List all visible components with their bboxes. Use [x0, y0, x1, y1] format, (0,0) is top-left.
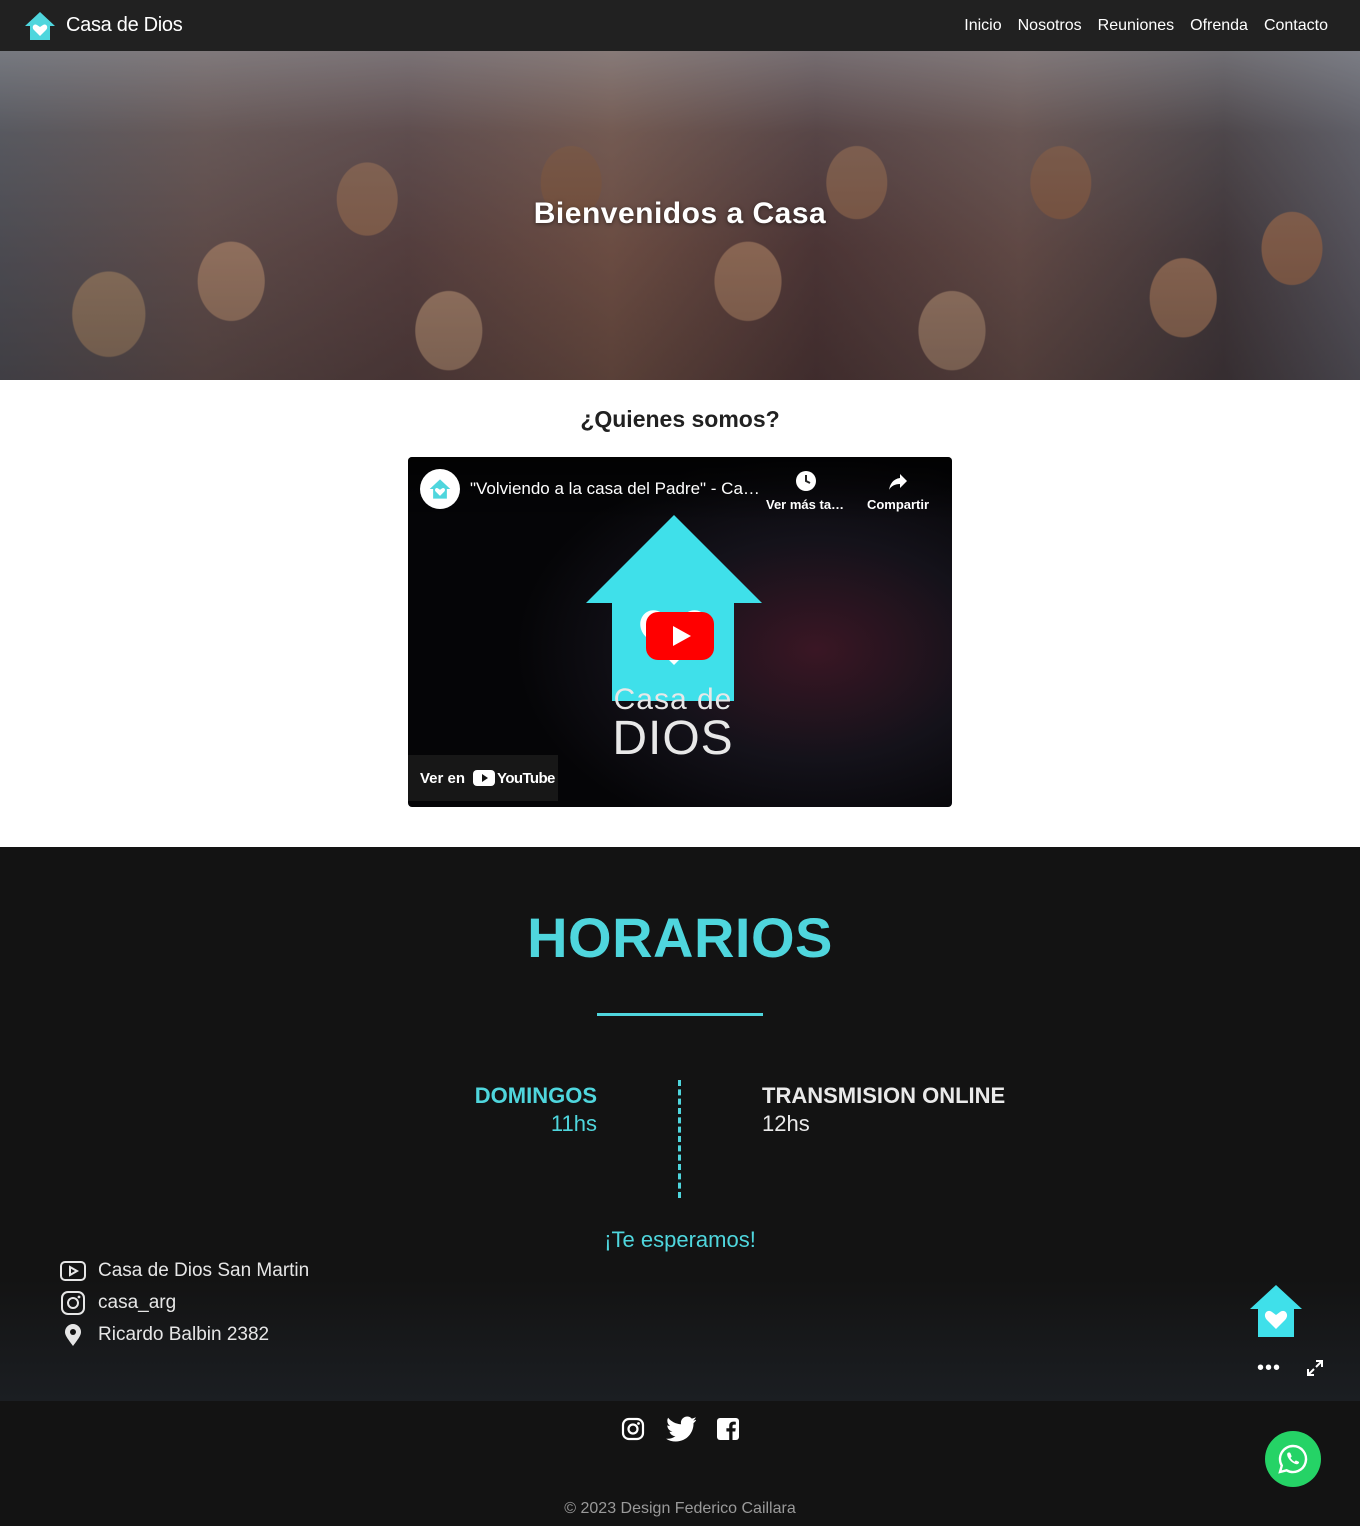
instagram-icon[interactable] [620, 1416, 646, 1442]
contact-address[interactable]: Ricardo Balbin 2382 [60, 1319, 309, 1351]
horarios-section: HORARIOS DOMINGOS 11hs TRANSMISION ONLIN… [0, 847, 1360, 1401]
horarios-title: HORARIOS [527, 906, 833, 969]
hero-title: Bienvenidos a Casa [533, 197, 827, 230]
instagram-icon [61, 1291, 85, 1315]
house-heart-icon [25, 11, 55, 40]
play-icon[interactable] [646, 612, 714, 660]
schedule-online: TRANSMISION ONLINE 12hs [762, 1083, 1005, 1137]
schedule-day: TRANSMISION ONLINE [762, 1083, 1006, 1108]
youtube-icon [60, 1261, 86, 1281]
watch-later-button[interactable]: Ver más tarde [766, 469, 846, 512]
brand-name: Casa de Dios [66, 14, 183, 36]
nav-link-reuniones[interactable]: Reuniones [1098, 17, 1175, 35]
nav-link-nosotros[interactable]: Nosotros [1018, 17, 1082, 35]
schedule-sunday: DOMINGOS 11hs [475, 1083, 597, 1137]
share-icon [889, 474, 907, 490]
youtube-video-embed[interactable]: "Volviendo a la casa del Padre" - Casa d… [408, 457, 952, 807]
watch-on-label: Ver en [420, 769, 466, 787]
schedule-time: 11hs [550, 1111, 597, 1136]
contact-youtube-label: Casa de Dios San Martin [98, 1260, 310, 1281]
location-pin-icon [65, 1324, 81, 1346]
youtube-icon [473, 770, 496, 786]
about-title: ¿Quienes somos? [580, 406, 780, 432]
clock-icon [796, 471, 816, 491]
contact-instagram-label: casa_arg [98, 1292, 177, 1313]
more-icon[interactable]: ••• [1257, 1357, 1281, 1380]
watch-later-label: Ver más tarde [766, 497, 846, 512]
social-links [620, 1416, 740, 1442]
about-section: ¿Quienes somos? "Volviendo a la casa del… [0, 380, 1360, 847]
nav-link-contacto[interactable]: Contacto [1264, 17, 1328, 35]
youtube-wordmark: YouTube [473, 770, 555, 787]
channel-avatar[interactable] [420, 469, 460, 509]
schedule-time: 12hs [762, 1111, 810, 1136]
contact-youtube[interactable]: Casa de Dios San Martin [60, 1255, 309, 1287]
house-heart-icon[interactable] [1250, 1285, 1302, 1339]
nav-link-inicio[interactable]: Inicio [964, 17, 1001, 35]
footer: © 2023 Design Federico Caillara [0, 1401, 1360, 1526]
title-underline [597, 1013, 763, 1016]
house-heart-icon [429, 479, 451, 499]
contact-address-label: Ricardo Balbin 2382 [98, 1324, 270, 1345]
main-nav: Inicio Nosotros Reuniones Ofrenda Contac… [964, 17, 1328, 35]
expand-icon[interactable] [1306, 1359, 1324, 1377]
twitter-icon[interactable] [666, 1416, 696, 1442]
share-label: Compartir [866, 497, 930, 512]
facebook-icon[interactable] [716, 1417, 740, 1441]
hero-banner: Bienvenidos a Casa [0, 51, 1360, 380]
navbar: Casa de Dios Inicio Nosotros Reuniones O… [0, 0, 1360, 51]
watch-on-youtube-button[interactable]: Ver en YouTube [408, 755, 558, 801]
contact-instagram[interactable]: casa_arg [60, 1287, 309, 1319]
schedule-day: DOMINGOS [474, 1083, 597, 1108]
nav-link-ofrenda[interactable]: Ofrenda [1190, 17, 1248, 35]
brand-link[interactable]: Casa de Dios [24, 10, 183, 42]
contact-list: Casa de Dios San Martin casa_arg Ricardo… [60, 1255, 309, 1351]
copyright: © 2023 Design Federico Caillara [564, 1500, 796, 1517]
whatsapp-button[interactable] [1265, 1431, 1321, 1487]
welcome-text: ¡Te esperamos! [604, 1227, 756, 1252]
share-button[interactable]: Compartir [860, 469, 936, 512]
whatsapp-icon [1278, 1444, 1308, 1474]
youtube-word: YouTube [497, 769, 555, 787]
schedule-divider [678, 1080, 681, 1198]
